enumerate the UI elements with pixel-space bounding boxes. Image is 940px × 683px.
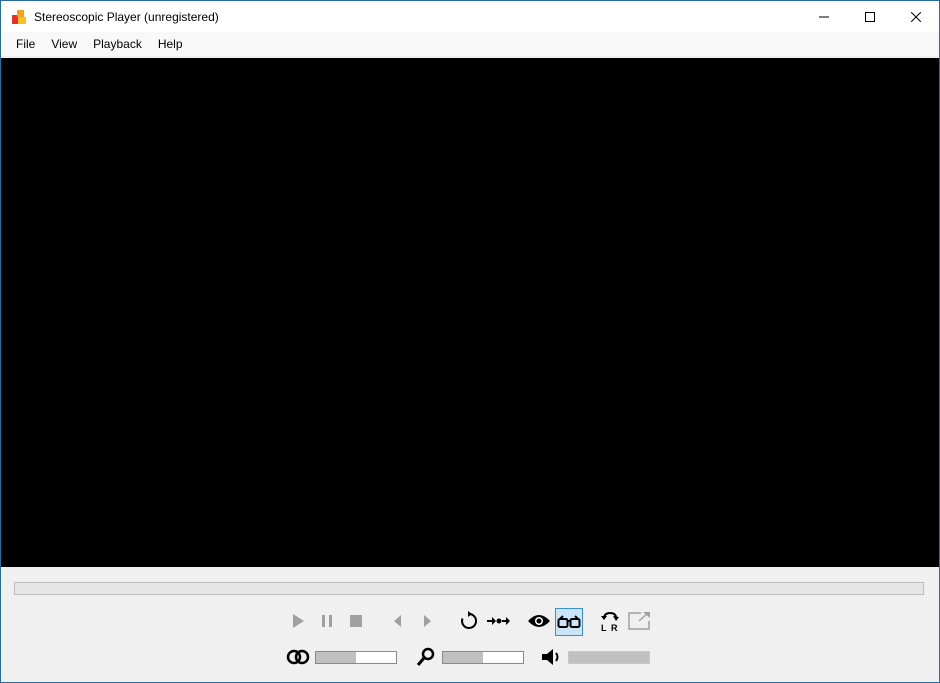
parallax-slider[interactable] bbox=[315, 651, 397, 664]
zoom-slider[interactable] bbox=[442, 651, 524, 664]
next-frame-button[interactable] bbox=[414, 608, 440, 634]
play-icon bbox=[293, 614, 304, 628]
fullscreen-button[interactable] bbox=[626, 608, 652, 634]
play-button[interactable] bbox=[285, 608, 311, 634]
app-logo-icon bbox=[12, 9, 26, 24]
maximize-icon bbox=[865, 11, 875, 22]
title-bar[interactable]: Stereoscopic Player (unregistered) bbox=[1, 1, 939, 32]
previous-frame-button[interactable] bbox=[385, 608, 411, 634]
parallax-button[interactable] bbox=[285, 644, 311, 670]
app-window: Stereoscopic Player (unregistered) File … bbox=[0, 0, 940, 683]
minimize-icon bbox=[819, 16, 829, 17]
pause-button[interactable] bbox=[314, 608, 340, 634]
window-title: Stereoscopic Player (unregistered) bbox=[34, 9, 219, 24]
zoom-icon bbox=[416, 647, 435, 666]
zoom-slider-fill bbox=[443, 652, 483, 663]
pause-icon bbox=[322, 615, 332, 627]
parallax-slider-fill bbox=[316, 652, 356, 663]
window-controls bbox=[801, 1, 939, 32]
eye-button[interactable] bbox=[526, 608, 552, 634]
swap-right-label: R bbox=[611, 623, 618, 632]
seek-bar[interactable] bbox=[14, 582, 924, 595]
swap-lr-button[interactable]: L R bbox=[597, 608, 623, 634]
step-button[interactable] bbox=[485, 608, 511, 634]
volume-slider-fill bbox=[569, 652, 649, 663]
maximize-button[interactable] bbox=[847, 1, 893, 32]
stop-button[interactable] bbox=[343, 608, 369, 634]
parallax-icon bbox=[286, 649, 310, 665]
previous-frame-icon bbox=[394, 615, 401, 627]
glasses-button[interactable] bbox=[555, 608, 583, 636]
swap-lr-icon: L R bbox=[601, 611, 619, 632]
volume-icon bbox=[542, 649, 559, 665]
loop-button[interactable] bbox=[456, 608, 482, 634]
video-area[interactable] bbox=[1, 58, 939, 567]
eye-icon bbox=[528, 615, 550, 627]
menu-file[interactable]: File bbox=[8, 37, 43, 51]
close-button[interactable] bbox=[893, 1, 939, 32]
next-frame-icon bbox=[424, 615, 431, 627]
fullscreen-icon bbox=[628, 612, 650, 630]
menu-help[interactable]: Help bbox=[150, 37, 191, 51]
zoom-button[interactable] bbox=[413, 644, 439, 670]
minimize-button[interactable] bbox=[801, 1, 847, 32]
close-icon bbox=[911, 11, 921, 22]
step-icon bbox=[487, 617, 510, 625]
menu-playback[interactable]: Playback bbox=[85, 37, 150, 51]
menu-view[interactable]: View bbox=[43, 37, 85, 51]
volume-slider[interactable] bbox=[568, 651, 650, 664]
glasses-icon bbox=[557, 615, 581, 628]
volume-button[interactable] bbox=[539, 644, 565, 670]
loop-icon bbox=[461, 611, 478, 629]
menu-bar: File View Playback Help bbox=[1, 32, 939, 56]
swap-left-label: L bbox=[601, 623, 607, 632]
stop-icon bbox=[350, 615, 362, 627]
